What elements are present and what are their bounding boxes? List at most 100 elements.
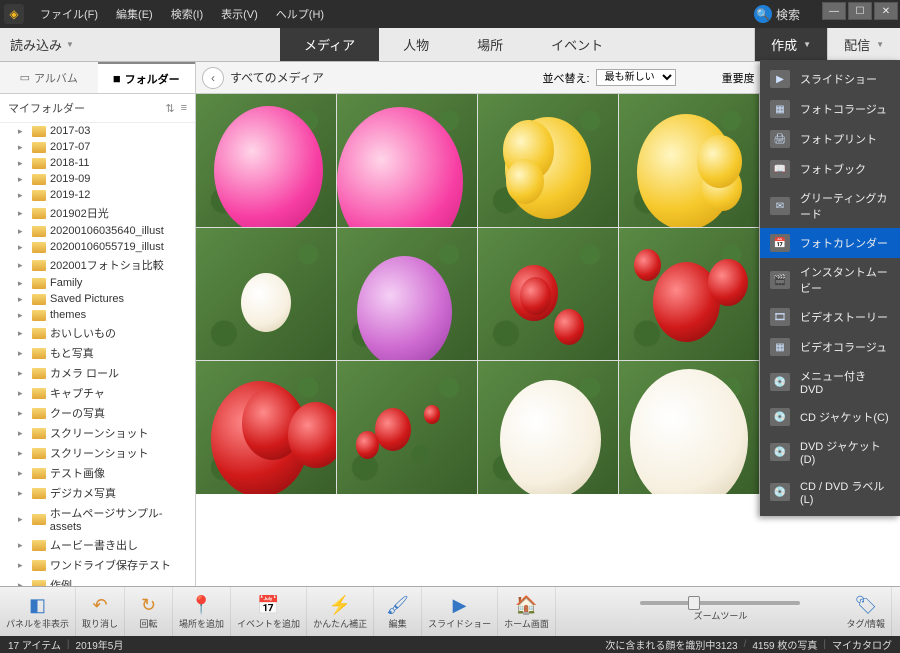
folder-item[interactable]: ▸2017-03 [0,123,195,139]
zoom-thumb[interactable] [688,596,700,610]
create-menu-item[interactable]: ▦ビデオコラージュ [760,332,900,362]
create-menu-item[interactable]: 🎞ビデオストーリー [760,302,900,332]
home-icon: 🏠 [515,593,537,617]
tab-album[interactable]: ▭ アルバム [0,62,98,93]
create-menu-item[interactable]: 🖨フォトプリント [760,124,900,154]
create-menu-item[interactable]: 🎬インスタントムービー [760,258,900,302]
folder-item[interactable]: ▸作例 [0,575,195,586]
deliver-button[interactable]: 配信 ▼ [827,28,900,61]
folder-item[interactable]: ▸ワンドライブ保存テスト [0,555,195,575]
tag-info-button[interactable]: 🏷タグ/情報 [840,587,892,636]
thumbnail[interactable] [337,228,477,361]
thumbnail[interactable] [196,94,336,227]
search-area[interactable]: 🔍 検索 [754,5,800,23]
folder-item[interactable]: ▸themes [0,307,195,323]
menu-help[interactable]: ヘルプ(H) [268,2,332,26]
minimize-button[interactable]: — [822,2,846,20]
create-menu-item[interactable]: 💿CD / DVD ラベル(L) [760,472,900,512]
chevron-down-icon: ▼ [803,40,811,49]
rotate-button[interactable]: ↻回転 [125,587,173,636]
folder-item[interactable]: ▸Saved Pictures [0,291,195,307]
folder-item[interactable]: ▸テスト画像 [0,463,195,483]
folder-item[interactable]: ▸キャプチャ [0,383,195,403]
create-menu-item[interactable]: 📅フォトカレンダー [760,228,900,258]
folder-item[interactable]: ▸202001フォトショ比較 [0,255,195,275]
folder-item[interactable]: ▸2019-09 [0,171,195,187]
twisty-icon: ▸ [18,468,28,479]
folder-item[interactable]: ▸2019-12 [0,187,195,203]
tab-event[interactable]: イベント [527,28,627,61]
sort-icon[interactable]: ⇅ [165,102,174,115]
twisty-icon: ▸ [18,580,28,587]
folder-item[interactable]: ▸スクリーンショット [0,423,195,443]
folder-icon [32,328,46,339]
thumbnail[interactable] [196,228,336,361]
close-button[interactable]: ✕ [874,2,898,20]
folder-label: ムービー書き出し [50,537,138,553]
folder-item[interactable]: ▸20200106055719_illust [0,239,195,255]
folder-item[interactable]: ▸2018-11 [0,155,195,171]
create-menu-item[interactable]: ✉グリーティングカード [760,184,900,228]
folder-item[interactable]: ▸201902日光 [0,203,195,223]
folder-label: 2019-12 [50,189,90,201]
main-toolbar: 読み込み ▼ メディア 人物 場所 イベント 作成 ▼ 配信 ▼ [0,28,900,62]
create-menu-item[interactable]: ▦フォトコラージュ [760,94,900,124]
create-button[interactable]: 作成 ▼ [754,28,827,61]
undo-button[interactable]: ↶取り消し [76,587,125,636]
folder-item[interactable]: ▸20200106035640_illust [0,223,195,239]
menu-item-icon: 📅 [770,234,790,252]
easy-fix-button[interactable]: ⚡かんたん補正 [307,587,374,636]
folder-icon [32,126,46,137]
back-button[interactable]: ‹ [202,67,224,89]
maximize-button[interactable]: ☐ [848,2,872,20]
folder-item[interactable]: ▸もと写真 [0,343,195,363]
thumbnail[interactable] [337,94,477,227]
folder-item[interactable]: ▸クーの写真 [0,403,195,423]
thumbnail[interactable] [619,94,759,227]
menu-file[interactable]: ファイル(F) [32,2,106,26]
menu-item-icon: 🎬 [770,271,790,289]
create-menu-item[interactable]: 💿DVD ジャケット(D) [760,432,900,472]
tab-media[interactable]: メディア [280,28,379,61]
menu-view[interactable]: 表示(V) [213,2,266,26]
folder-item[interactable]: ▸スクリーンショット [0,443,195,463]
create-menu-item[interactable]: ▶スライドショー [760,64,900,94]
folder-label: スクリーンショット [50,445,148,461]
home-button[interactable]: 🏠ホーム画面 [498,587,556,636]
tab-place[interactable]: 場所 [453,28,527,61]
folder-item[interactable]: ▸おいしいもの [0,323,195,343]
hide-panel-button[interactable]: ◧パネルを非表示 [0,587,76,636]
menu-edit[interactable]: 編集(E) [108,2,161,26]
thumbnail[interactable] [478,361,618,494]
thumbnail[interactable] [478,228,618,361]
tab-people[interactable]: 人物 [379,28,453,61]
add-event-button[interactable]: 📅イベントを追加 [231,587,307,636]
thumbnail[interactable] [619,228,759,361]
tab-folder[interactable]: ■ フォルダー [98,62,196,93]
folder-item[interactable]: ▸2017-07 [0,139,195,155]
create-menu-item[interactable]: 📖フォトブック [760,154,900,184]
list-icon[interactable]: ≡ [181,102,187,115]
thumbnail[interactable] [619,361,759,494]
import-button[interactable]: 読み込み ▼ [0,28,100,61]
folder-item[interactable]: ▸デジカメ写真 [0,483,195,503]
menu-search[interactable]: 検索(I) [163,2,211,26]
thumbnail[interactable] [337,361,477,494]
folder-item[interactable]: ▸ホームページサンプル-assets [0,503,195,535]
add-place-button[interactable]: 📍場所を追加 [173,587,231,636]
folder-item[interactable]: ▸ムービー書き出し [0,535,195,555]
folder-sidebar[interactable]: マイフォルダー ⇅ ≡ ▸2017-03▸2017-07▸2018-11▸201… [0,94,196,586]
sort-select[interactable]: 最も新しい [596,69,676,86]
zoom-slider[interactable] [640,601,800,605]
edit-button[interactable]: 🖌編集 [374,587,422,636]
slideshow-button[interactable]: ▶スライドショー [422,587,498,636]
folder-item[interactable]: ▸カメラ ロール [0,363,195,383]
create-menu-item[interactable]: 💿CD ジャケット(C) [760,402,900,432]
create-menu-item[interactable]: 💿メニュー付き DVD [760,362,900,402]
folder-icon [32,488,46,499]
folder-icon [32,514,46,525]
folder-item[interactable]: ▸Family [0,275,195,291]
folder-icon [32,468,46,479]
thumbnail[interactable] [196,361,336,494]
thumbnail[interactable] [478,94,618,227]
